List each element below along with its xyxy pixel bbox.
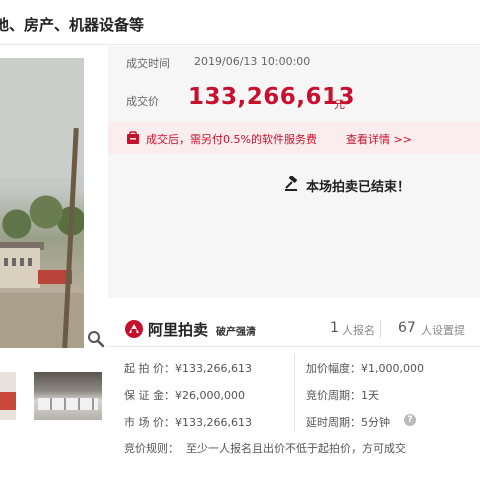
thumbnail-1[interactable]: [0, 372, 16, 420]
title-divider: [0, 44, 480, 45]
column-divider: [294, 354, 295, 432]
fee-notice-icon: [127, 131, 139, 144]
auction-ended-message: 本场拍卖已结束！: [306, 180, 411, 195]
start-price: 起 拍 价：¥133,266,613: [124, 362, 252, 375]
signups-count: 1: [330, 320, 339, 336]
stat-divider: [380, 320, 381, 338]
deal-price-value: 133,266,613: [188, 84, 356, 110]
help-icon[interactable]: ?: [404, 414, 416, 426]
deal-price-unit: 元: [334, 98, 345, 111]
deal-price-label: 成交价: [126, 95, 159, 108]
brand-tag: 破产强清: [216, 327, 256, 338]
brand-name: 阿里拍卖: [148, 321, 209, 339]
page-title: 地、房产、机器设备等: [0, 16, 145, 34]
thumbnail-2[interactable]: [34, 372, 102, 420]
fee-notice-text: 成交后，需另付0.5%的软件服务费: [146, 133, 317, 146]
reminders-count: 67: [398, 320, 416, 336]
deal-time-value: 2019/06/13 10:00:00: [194, 55, 311, 68]
bid-rule-label: 竞价规则：: [124, 442, 179, 455]
signups-label: 人报名: [342, 324, 375, 337]
deal-time-label: 成交时间: [126, 57, 170, 70]
reminders-label: 人设置提: [421, 324, 465, 337]
fee-details-link[interactable]: 查看详情 >>: [346, 131, 412, 147]
deposit: 保 证 金：¥26,000,000: [124, 389, 245, 402]
brand-row: 阿里拍卖 破产强清 1 人报名 67 人设置提: [108, 316, 480, 342]
zoom-icon[interactable]: [87, 330, 105, 348]
title-bar: 地、房产、机器设备等: [0, 0, 480, 46]
delay-cycle: 延时周期：5分钟: [306, 416, 390, 429]
bid-cycle: 竞价周期：1天: [306, 389, 379, 402]
brand-divider: [108, 346, 480, 347]
bid-increment: 加价幅度：¥1,000,000: [306, 362, 424, 375]
main-photo[interactable]: [0, 58, 84, 348]
gavel-icon: [285, 176, 298, 191]
bid-rule-text: 至少一人报名且出价不低于起拍价，方可成交: [186, 442, 406, 455]
auction-info-panel: 成交时间 2019/06/13 10:00:00 成交价 133,266,613…: [108, 46, 480, 298]
market-price: 市 场 价：¥133,266,613: [124, 416, 252, 429]
fee-notice-bar: 成交后，需另付0.5%的软件服务费 查看详情 >>: [108, 122, 480, 154]
brand-logo-icon: [125, 320, 143, 338]
